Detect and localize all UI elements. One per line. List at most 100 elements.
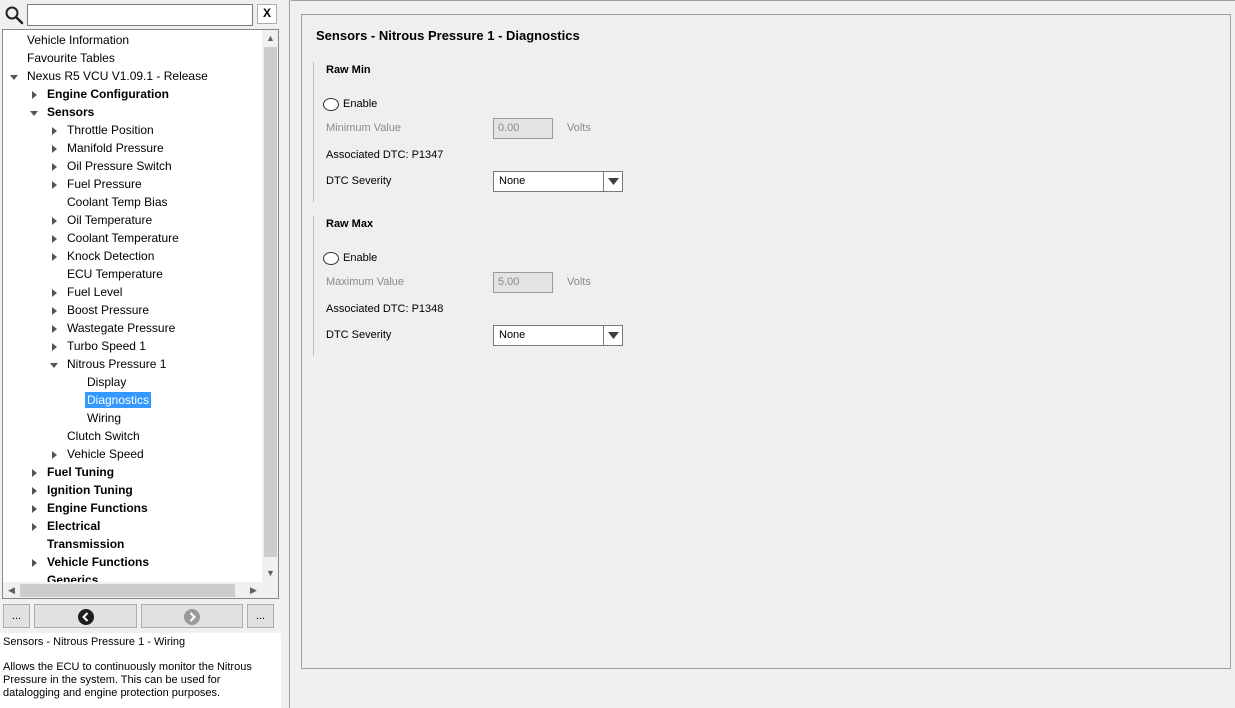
tree-item[interactable]: Knock Detection bbox=[3, 247, 262, 265]
tree-item[interactable]: Transmission bbox=[3, 535, 262, 553]
tree-item[interactable]: Oil Pressure Switch bbox=[3, 157, 262, 175]
collapsed-arrow-icon[interactable] bbox=[49, 143, 59, 153]
raw-min-enable-radio[interactable] bbox=[323, 98, 339, 111]
collapsed-arrow-icon[interactable] bbox=[49, 233, 59, 243]
vertical-scrollbar[interactable]: ▲ ▼ bbox=[262, 30, 278, 582]
collapsed-arrow-icon[interactable] bbox=[49, 323, 59, 333]
raw-min-severity-select[interactable]: None bbox=[493, 171, 623, 192]
collapsed-arrow-icon[interactable] bbox=[29, 521, 39, 531]
tree-item[interactable]: Fuel Pressure bbox=[3, 175, 262, 193]
scroll-left-arrow-icon[interactable]: ◀ bbox=[3, 582, 20, 598]
collapsed-arrow-icon[interactable] bbox=[49, 449, 59, 459]
tree-item[interactable]: Vehicle Information bbox=[3, 31, 262, 49]
tree-item-label[interactable]: Engine Functions bbox=[45, 500, 150, 516]
tree-item[interactable]: Wiring bbox=[3, 409, 262, 427]
chevron-down-icon[interactable] bbox=[603, 172, 622, 191]
tree-item[interactable]: Electrical bbox=[3, 517, 262, 535]
collapsed-arrow-icon[interactable] bbox=[29, 467, 39, 477]
tree-item[interactable]: Fuel Tuning bbox=[3, 463, 262, 481]
tree-item-label[interactable]: Sensors bbox=[45, 104, 96, 120]
tree-item-label[interactable]: Wiring bbox=[85, 410, 123, 426]
expanded-arrow-icon[interactable] bbox=[49, 359, 59, 369]
tree-item-label[interactable]: Turbo Speed 1 bbox=[65, 338, 148, 354]
scroll-right-arrow-icon[interactable]: ▶ bbox=[245, 582, 262, 598]
collapsed-arrow-icon[interactable] bbox=[49, 251, 59, 261]
tree-item[interactable]: Fuel Level bbox=[3, 283, 262, 301]
forward-button[interactable] bbox=[141, 604, 243, 628]
tree-item[interactable]: Clutch Switch bbox=[3, 427, 262, 445]
collapsed-arrow-icon[interactable] bbox=[49, 179, 59, 189]
collapsed-arrow-icon[interactable] bbox=[49, 305, 59, 315]
raw-max-enable-label[interactable]: Enable bbox=[343, 252, 377, 264]
tree-item[interactable]: Engine Configuration bbox=[3, 85, 262, 103]
tree-item-label[interactable]: Vehicle Information bbox=[25, 32, 131, 48]
tree-item[interactable]: Manifold Pressure bbox=[3, 139, 262, 157]
more-right-button[interactable]: ... bbox=[247, 604, 274, 628]
back-button[interactable] bbox=[34, 604, 137, 628]
tree-item[interactable]: Sensors bbox=[3, 103, 262, 121]
collapsed-arrow-icon[interactable] bbox=[49, 341, 59, 351]
tree-item-label[interactable]: Engine Configuration bbox=[45, 86, 171, 102]
tree-item-label[interactable]: Fuel Pressure bbox=[65, 176, 144, 192]
tree-item-label[interactable]: Diagnostics bbox=[85, 392, 152, 408]
tree-item[interactable]: Ignition Tuning bbox=[3, 481, 262, 499]
minimum-value-input[interactable]: 0.00 bbox=[493, 118, 553, 139]
expanded-arrow-icon[interactable] bbox=[29, 107, 39, 117]
tree-item[interactable]: Vehicle Speed bbox=[3, 445, 262, 463]
tree-item[interactable]: Turbo Speed 1 bbox=[3, 337, 262, 355]
tree-item-label[interactable]: Wastegate Pressure bbox=[65, 320, 177, 336]
raw-max-severity-select[interactable]: None bbox=[493, 325, 623, 346]
collapsed-arrow-icon[interactable] bbox=[29, 503, 39, 513]
tree-item-label[interactable]: Oil Pressure Switch bbox=[65, 158, 174, 174]
tree-item[interactable]: Throttle Position bbox=[3, 121, 262, 139]
collapsed-arrow-icon[interactable] bbox=[29, 557, 39, 567]
tree-item-label[interactable]: Display bbox=[85, 374, 128, 390]
tree-item-label[interactable]: Electrical bbox=[45, 518, 102, 534]
tree-item-label[interactable]: Fuel Level bbox=[65, 284, 124, 300]
tree-item-label[interactable]: Nitrous Pressure 1 bbox=[65, 356, 168, 372]
tree-item[interactable]: Diagnostics bbox=[3, 391, 262, 409]
tree-item-label[interactable]: Coolant Temperature bbox=[65, 230, 181, 246]
tree-item-label[interactable]: Throttle Position bbox=[65, 122, 156, 138]
panel-splitter[interactable] bbox=[281, 0, 290, 708]
tree-item-label[interactable]: Nexus R5 VCU V1.09.1 - Release bbox=[25, 68, 210, 84]
tree-item[interactable]: Display bbox=[3, 373, 262, 391]
tree-item[interactable]: Engine Functions bbox=[3, 499, 262, 517]
scroll-up-arrow-icon[interactable]: ▲ bbox=[262, 30, 278, 47]
tree-item-label[interactable]: Oil Temperature bbox=[65, 212, 154, 228]
tree-item-label[interactable]: Vehicle Speed bbox=[65, 446, 146, 462]
collapsed-arrow-icon[interactable] bbox=[49, 287, 59, 297]
tree-item-label[interactable]: Transmission bbox=[45, 536, 126, 552]
tree-item-label[interactable]: Fuel Tuning bbox=[45, 464, 116, 480]
vertical-scroll-thumb[interactable] bbox=[264, 47, 277, 557]
tree-item[interactable]: ECU Temperature bbox=[3, 265, 262, 283]
raw-max-enable-radio[interactable] bbox=[323, 252, 339, 265]
clear-search-button[interactable]: X bbox=[257, 4, 277, 24]
tree-item[interactable]: Oil Temperature bbox=[3, 211, 262, 229]
tree-item[interactable]: Vehicle Functions bbox=[3, 553, 262, 571]
horizontal-scrollbar[interactable]: ◀ ▶ bbox=[3, 582, 278, 598]
raw-min-enable-label[interactable]: Enable bbox=[343, 98, 377, 110]
tree-item[interactable]: Nexus R5 VCU V1.09.1 - Release bbox=[3, 67, 262, 85]
tree-item-label[interactable]: Boost Pressure bbox=[65, 302, 151, 318]
horizontal-scroll-thumb[interactable] bbox=[20, 584, 235, 597]
tree-item-label[interactable]: Favourite Tables bbox=[25, 50, 117, 66]
tree-item[interactable]: Wastegate Pressure bbox=[3, 319, 262, 337]
tree-item-label[interactable]: Ignition Tuning bbox=[45, 482, 135, 498]
tree-item[interactable]: Favourite Tables bbox=[3, 49, 262, 67]
scroll-down-arrow-icon[interactable]: ▼ bbox=[262, 565, 278, 582]
collapsed-arrow-icon[interactable] bbox=[29, 485, 39, 495]
tree-item-label[interactable]: ECU Temperature bbox=[65, 266, 165, 282]
more-left-button[interactable]: ... bbox=[3, 604, 30, 628]
tree-item-label[interactable]: Coolant Temp Bias bbox=[65, 194, 170, 210]
tree-item-label[interactable]: Manifold Pressure bbox=[65, 140, 166, 156]
tree-item[interactable]: Coolant Temperature bbox=[3, 229, 262, 247]
expanded-arrow-icon[interactable] bbox=[9, 71, 19, 81]
tree-item-label[interactable]: Knock Detection bbox=[65, 248, 156, 264]
tree-item-label[interactable]: Clutch Switch bbox=[65, 428, 142, 444]
tree-item[interactable]: Nitrous Pressure 1 bbox=[3, 355, 262, 373]
collapsed-arrow-icon[interactable] bbox=[49, 215, 59, 225]
search-input[interactable] bbox=[27, 4, 253, 26]
collapsed-arrow-icon[interactable] bbox=[29, 89, 39, 99]
search-icon[interactable] bbox=[4, 5, 24, 25]
